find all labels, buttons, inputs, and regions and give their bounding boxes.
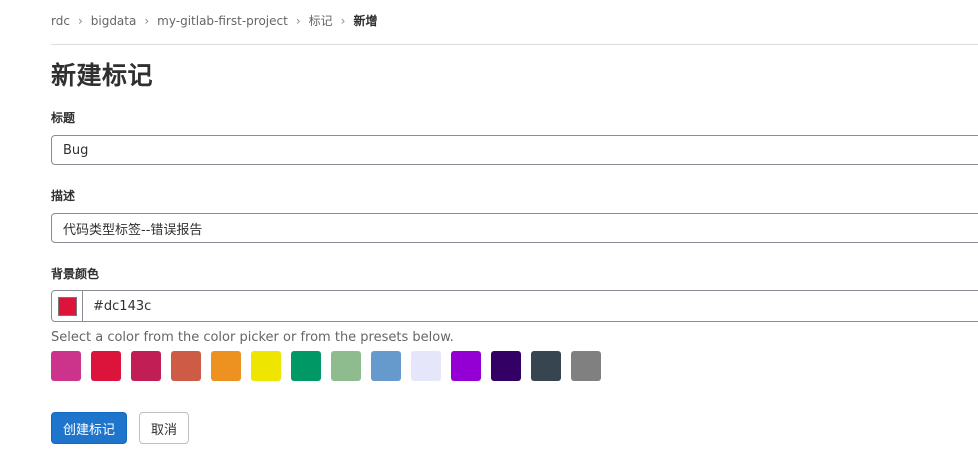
color-preset-swatch[interactable] xyxy=(451,351,481,381)
title-input[interactable]: Bug xyxy=(51,135,978,165)
color-preset-swatch[interactable] xyxy=(51,351,81,381)
create-label-button[interactable]: 创建标记 xyxy=(51,412,128,444)
chevron-right-icon: › xyxy=(144,13,150,28)
color-preset-swatch[interactable] xyxy=(411,351,441,381)
color-picker-button[interactable] xyxy=(52,291,83,321)
breadcrumb-current: 新增 xyxy=(353,14,378,28)
color-hint-text: Select a color from the color picker or … xyxy=(51,330,454,345)
color-preset-swatch[interactable] xyxy=(251,351,281,381)
color-preset-swatch[interactable] xyxy=(331,351,361,381)
color-preset-swatch[interactable] xyxy=(171,351,201,381)
breadcrumb-rdc[interactable]: rdc xyxy=(51,14,70,28)
color-preset-swatch[interactable] xyxy=(371,351,401,381)
new-label-page: rdc › bigdata › my-gitlab-first-project … xyxy=(0,0,978,462)
color-preset-swatch[interactable] xyxy=(291,351,321,381)
color-preset-swatch[interactable] xyxy=(91,351,121,381)
page-title: 新建标记 xyxy=(51,61,154,90)
description-label: 描述 xyxy=(51,189,76,203)
color-field: #dc143c xyxy=(51,290,978,322)
chevron-right-icon: › xyxy=(77,13,83,28)
breadcrumb: rdc › bigdata › my-gitlab-first-project … xyxy=(51,12,377,29)
cancel-button[interactable]: 取消 xyxy=(139,412,190,444)
color-presets xyxy=(51,351,601,381)
chevron-right-icon: › xyxy=(340,13,346,28)
color-preset-swatch[interactable] xyxy=(491,351,521,381)
color-preset-swatch[interactable] xyxy=(131,351,161,381)
current-color-swatch xyxy=(57,296,77,316)
breadcrumb-project[interactable]: my-gitlab-first-project xyxy=(157,14,288,28)
title-label: 标题 xyxy=(51,111,76,125)
color-preset-swatch[interactable] xyxy=(531,351,561,381)
color-hex-input[interactable]: #dc143c xyxy=(83,299,151,314)
color-preset-swatch[interactable] xyxy=(571,351,601,381)
color-preset-swatch[interactable] xyxy=(211,351,241,381)
description-input[interactable]: 代码类型标签--错误报告 xyxy=(51,213,978,243)
header-divider xyxy=(51,44,978,45)
background-color-label: 背景颜色 xyxy=(51,267,100,281)
chevron-right-icon: › xyxy=(295,13,301,28)
breadcrumb-bigdata[interactable]: bigdata xyxy=(91,14,137,28)
breadcrumb-labels[interactable]: 标记 xyxy=(309,12,333,29)
